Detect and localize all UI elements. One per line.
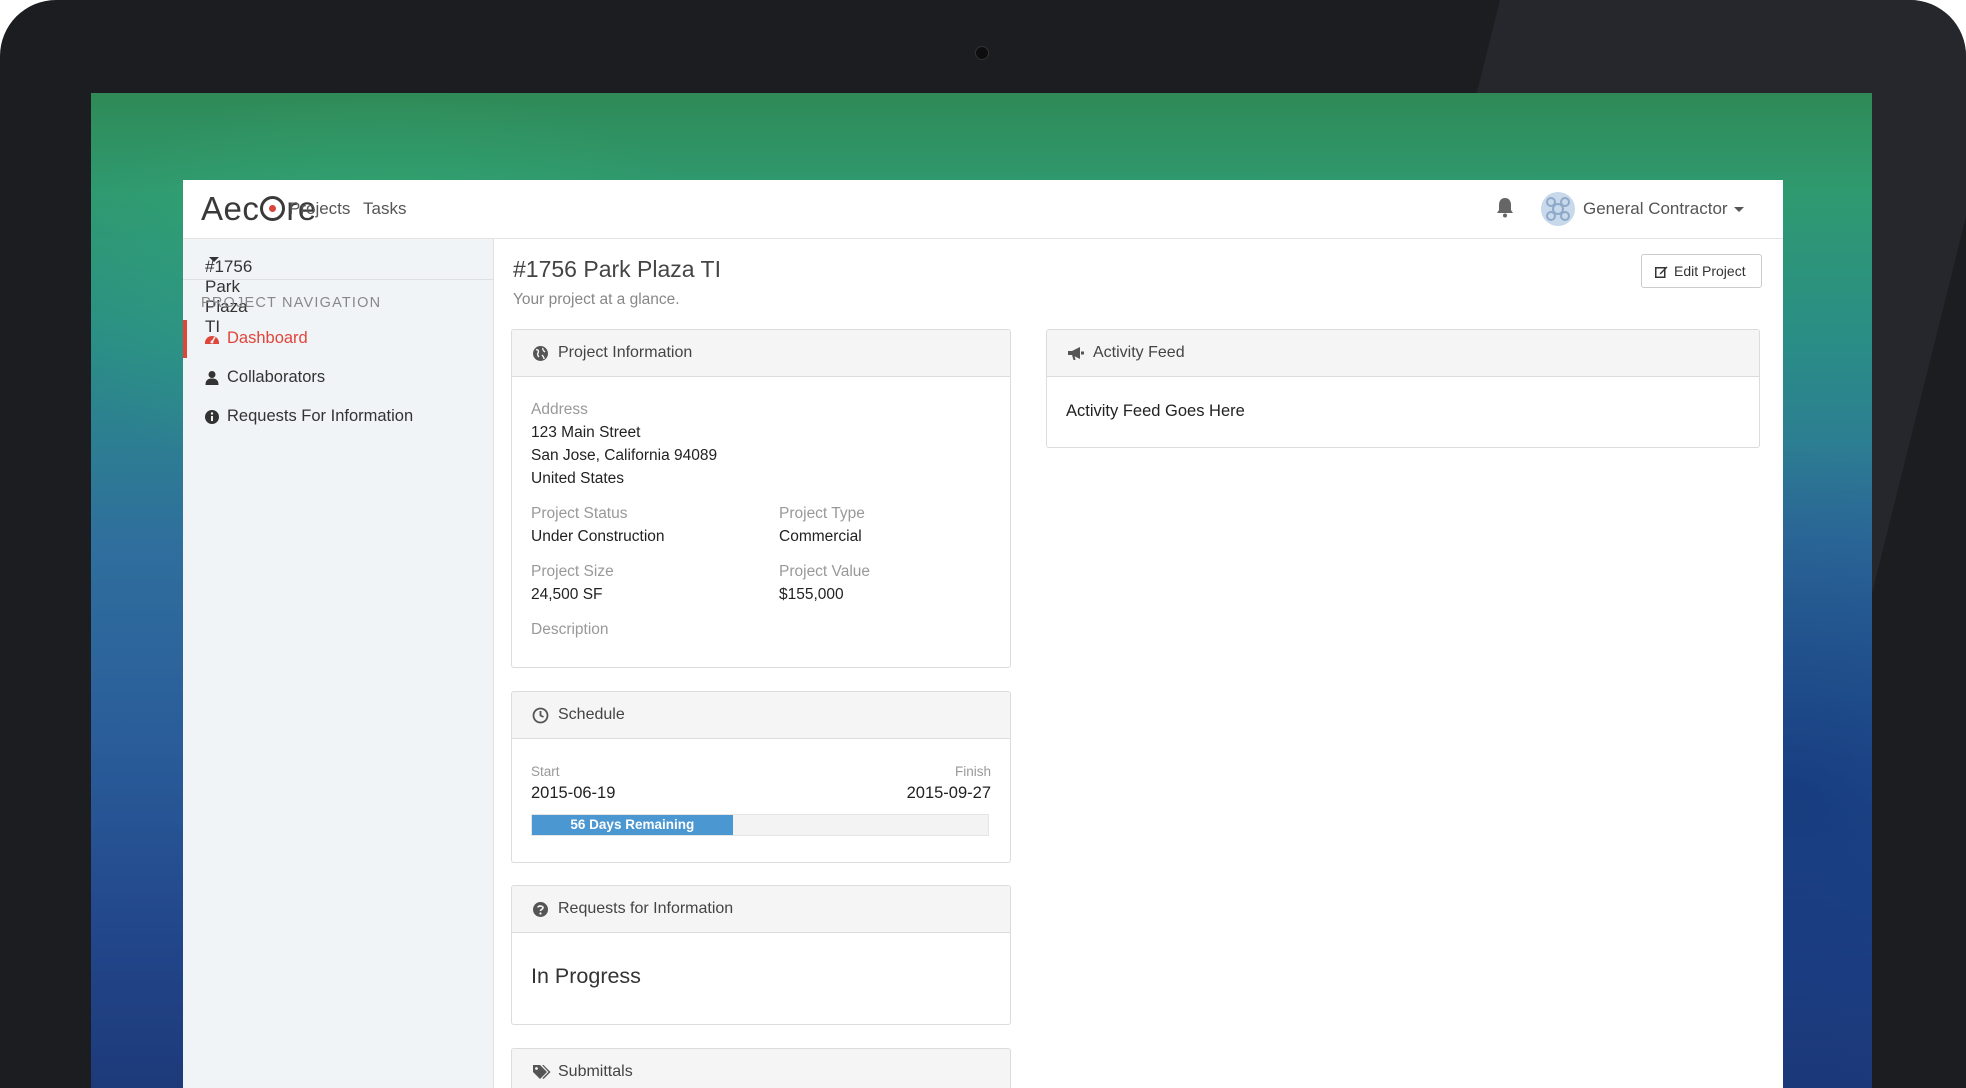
globe-icon	[533, 346, 548, 361]
user-icon	[205, 371, 219, 385]
address-line2: San Jose, California 94089	[531, 447, 718, 464]
panel-heading: Submittals	[512, 1049, 1010, 1088]
panel-heading: Project Information	[512, 330, 1010, 377]
project-information-panel: Project Information Address 123 Main Str…	[511, 329, 1011, 668]
edit-project-label: Edit Project	[1674, 263, 1746, 279]
finish-label: Finish	[954, 764, 991, 779]
project-type-value: Commercial	[779, 528, 862, 545]
edit-project-button[interactable]: Edit Project	[1641, 254, 1762, 288]
caret-down-icon	[1733, 207, 1744, 213]
sidebar-item-dashboard[interactable]: Dashboard	[183, 320, 497, 358]
activity-feed-panel: Activity Feed Activity Feed Goes Here	[1046, 329, 1760, 448]
sidebar-item-label: Requests For Information	[227, 407, 414, 425]
description-label: Description	[531, 621, 609, 638]
rfi-title: Requests for Information	[558, 900, 734, 917]
sidebar-item-label: Dashboard	[227, 329, 308, 347]
submittals-panel: Submittals	[511, 1048, 1011, 1088]
activity-feed-title: Activity Feed	[1093, 344, 1185, 361]
address-line3: United States	[531, 470, 625, 487]
project-size-label: Project Size	[531, 563, 614, 580]
address-label: Address	[531, 401, 588, 418]
app-window: Aec re Projects Tasks General Contractor…	[183, 180, 1783, 1088]
start-date: 2015-06-19	[531, 784, 616, 802]
project-status-label: Project Status	[531, 505, 628, 522]
user-avatar[interactable]	[1541, 192, 1575, 226]
sidebar: #1756 Park Plaza TI PROJECT NAVIGATION D…	[183, 239, 494, 1088]
project-size-value: 24,500 SF	[531, 586, 603, 603]
page-subtitle: Your project at a glance.	[513, 291, 680, 308]
sidebar-item-requests-for-information[interactable]: Requests For Information	[183, 398, 493, 436]
top-navbar: Aec re Projects Tasks General Contractor	[183, 180, 1783, 239]
panel-heading: Activity Feed	[1047, 330, 1759, 377]
schedule-progress-bar: 56 Days Remaining	[531, 814, 989, 836]
progress-fill: 56 Days Remaining	[532, 815, 733, 835]
schedule-title: Schedule	[558, 706, 625, 723]
project-navigation-heading: PROJECT NAVIGATION	[201, 295, 382, 311]
caret-down-icon	[209, 257, 219, 262]
project-information-title: Project Information	[558, 344, 693, 361]
laptop-bezel: Aec re Projects Tasks General Contractor…	[0, 0, 1966, 1088]
rfi-status: In Progress	[531, 964, 641, 988]
user-name: General Contractor	[1583, 199, 1728, 218]
page-title: #1756 Park Plaza TI	[513, 256, 721, 282]
start-label: Start	[531, 764, 560, 779]
project-type-label: Project Type	[779, 505, 865, 522]
dashboard-icon	[205, 336, 219, 344]
address-line1: 123 Main Street	[531, 424, 641, 441]
clock-icon	[532, 707, 549, 724]
panel-heading: Schedule	[512, 692, 1010, 739]
edit-icon	[1655, 266, 1668, 278]
submittals-title: Submittals	[558, 1063, 633, 1080]
days-remaining-text: 56 Days Remaining	[570, 817, 695, 832]
sidebar-item-collaborators[interactable]: Collaborators	[183, 359, 493, 397]
project-selector[interactable]: #1756 Park Plaza TI	[183, 239, 493, 336]
schedule-panel: Schedule Start 2015-06-19 Finish 2015-09…	[511, 691, 1011, 863]
activity-feed-text: Activity Feed Goes Here	[1066, 402, 1245, 420]
panel-heading: Requests for Information	[512, 886, 1010, 933]
finish-date: 2015-09-27	[906, 784, 991, 802]
webcam	[975, 46, 989, 60]
project-value-value: $155,000	[779, 586, 844, 603]
sidebar-item-label: Collaborators	[227, 368, 326, 386]
project-value-label: Project Value	[779, 563, 871, 580]
question-circle-icon	[533, 902, 548, 917]
project-status-value: Under Construction	[531, 528, 665, 545]
rfi-panel: Requests for Information In Progress	[511, 885, 1011, 1025]
main-content: #1756 Park Plaza TI Your project at a gl…	[494, 239, 1783, 1088]
nav-projects-link[interactable]: Projects	[289, 199, 350, 219]
bell-icon[interactable]	[1495, 196, 1515, 218]
user-menu[interactable]: General Contractor	[1583, 199, 1744, 219]
tags-icon	[533, 1065, 551, 1079]
info-circle-icon	[205, 410, 219, 424]
nav-tasks-link[interactable]: Tasks	[363, 199, 406, 219]
bullhorn-icon	[1068, 347, 1084, 360]
